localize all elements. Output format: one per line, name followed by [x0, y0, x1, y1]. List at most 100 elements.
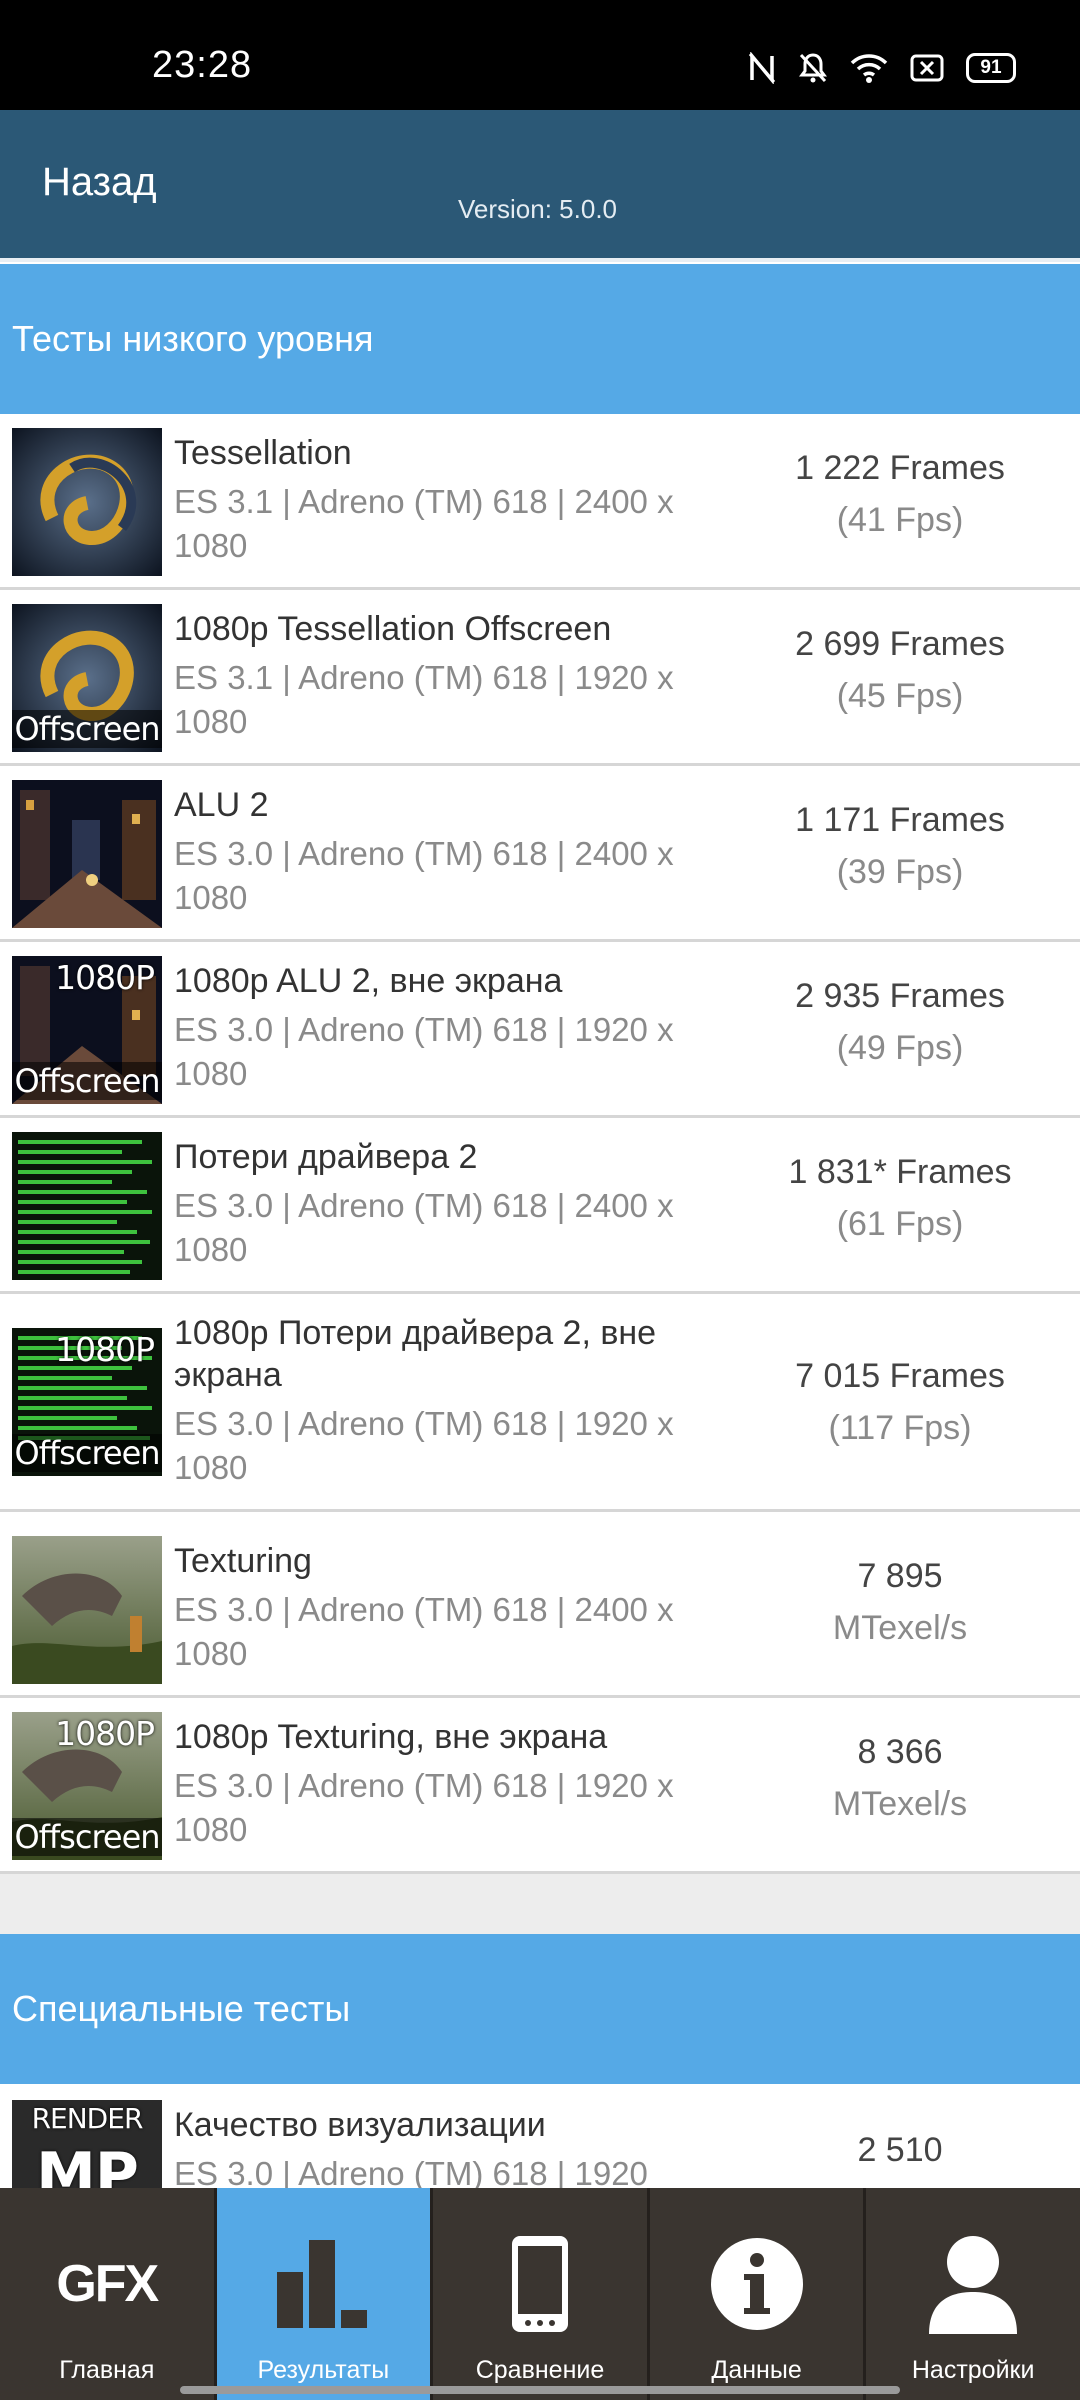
- result-unit: MTexel/s: [832, 1785, 968, 1823]
- thumb-tessellation: [12, 428, 162, 576]
- result-fps: (117 Fps): [828, 1409, 972, 1447]
- gfx-logo-icon: GFX: [56, 2232, 159, 2336]
- result-value: 7 895: [857, 1557, 943, 1595]
- info-icon: [709, 2232, 805, 2336]
- test-row-texturing-offscreen[interactable]: 1080P Offscreen 1080p Texturing, вне экр…: [0, 1698, 1080, 1874]
- nav-label-results: Результаты: [257, 2356, 390, 2384]
- phone-icon: [508, 2232, 572, 2336]
- test-result: 2 510: [740, 2124, 1060, 2176]
- test-title: 1080p ALU 2, вне экрана: [174, 962, 563, 1000]
- thumb-driver-overhead2-offscreen: 1080P Offscreen: [12, 1328, 162, 1476]
- home-indicator[interactable]: [180, 2386, 900, 2394]
- test-title: Texturing: [174, 1542, 312, 1580]
- result-fps: (49 Fps): [836, 1029, 964, 1067]
- thumb-caption-top: 1080P: [55, 958, 155, 997]
- nav-home[interactable]: GFX Главная: [0, 2188, 217, 2400]
- test-row-driver-overhead2[interactable]: Потери драйвера 2 ES 3.0 | Adreno (TM) 6…: [0, 1118, 1080, 1294]
- test-title: Tessellation: [174, 434, 352, 472]
- back-button[interactable]: Назад: [42, 160, 157, 205]
- result-fps: (45 Fps): [836, 677, 964, 715]
- result-fps: (39 Fps): [836, 853, 964, 891]
- nav-compare[interactable]: Сравнение: [433, 2188, 650, 2400]
- result-frames: 1 222 Frames: [795, 449, 1005, 487]
- thumb-caption-bottom: Offscreen: [12, 710, 162, 748]
- test-subtitle: ES 3.0 | Adreno (TM) 618 | 1920 x 1080: [174, 1011, 674, 1092]
- thumb-driver-overhead2: [12, 1132, 162, 1280]
- test-title: 1080p Потери драйвера 2, вне экрана: [174, 1314, 657, 1394]
- test-result: 2 935 Frames (49 Fps): [740, 970, 1060, 1074]
- result-frames: 2 935 Frames: [795, 977, 1005, 1015]
- nav-label-settings: Настройки: [911, 2356, 1035, 2384]
- result-unit: MTexel/s: [832, 1609, 968, 1647]
- test-title: ALU 2: [174, 786, 269, 824]
- bell-muted-icon: [799, 53, 827, 83]
- thumb-alu2: [12, 780, 162, 928]
- test-subtitle: ES 3.0 | Adreno (TM) 618 | 1920 x 1080: [174, 1767, 674, 1848]
- version-label: Version: 5.0.0: [458, 194, 617, 224]
- thumb-caption-bottom: Offscreen: [12, 1434, 162, 1472]
- nav-label-compare: Сравнение: [475, 2356, 605, 2384]
- test-result: 7 895 MTexel/s: [740, 1550, 1060, 1654]
- section-header-special: Специальные тесты: [0, 1934, 1080, 2084]
- test-subtitle: ES 3.0 | Adreno (TM) 618 | 2400 x 1080: [174, 835, 674, 916]
- test-subtitle: ES 3.1 | Adreno (TM) 618 | 2400 x 1080: [174, 483, 674, 564]
- nav-settings[interactable]: Настройки: [866, 2188, 1080, 2400]
- thumb-texturing: [12, 1536, 162, 1684]
- section-header-low-level: Тесты низкого уровня: [0, 264, 1080, 414]
- wifi-icon: [850, 54, 888, 83]
- nav-label-home: Главная: [59, 2356, 155, 2384]
- bar-chart-icon: [273, 2232, 373, 2336]
- test-row-alu2-offscreen[interactable]: 1080P Offscreen 1080p ALU 2, вне экрана …: [0, 942, 1080, 1118]
- result-frames: 2 699 Frames: [795, 625, 1005, 663]
- app-header: Назад Version: 5.0.0: [0, 110, 1080, 262]
- test-subtitle: ES 3.0 | Adreno (TM) 618 | 2400 x 1080: [174, 1187, 674, 1268]
- test-row-tessellation[interactable]: Tessellation ES 3.1 | Adreno (TM) 618 | …: [0, 414, 1080, 590]
- bottom-nav: GFX Главная Результаты Сравнение Данные …: [0, 2188, 1080, 2400]
- result-value: 8 366: [857, 1733, 943, 1771]
- status-time: 23:28: [152, 44, 253, 86]
- thumb-caption-bottom: Offscreen: [12, 1062, 162, 1100]
- test-result: 1 831* Frames (61 Fps): [740, 1146, 1060, 1250]
- person-icon: [925, 2232, 1021, 2336]
- test-subtitle: ES 3.0 | Adreno (TM) 618 | 2400 x 1080: [174, 1591, 674, 1672]
- test-row-tessellation-offscreen[interactable]: Offscreen 1080p Tessellation Offscreen E…: [0, 590, 1080, 766]
- gfx-logo-text: GFX: [56, 2255, 159, 2313]
- status-icons: 91: [748, 52, 1016, 84]
- test-title: Качество визуализации: [174, 2106, 546, 2144]
- close-box-icon: [910, 54, 944, 82]
- test-row-alu2[interactable]: ALU 2 ES 3.0 | Adreno (TM) 618 | 2400 x …: [0, 766, 1080, 942]
- test-subtitle: ES 3.0 | Adreno (TM) 618 | 1920: [174, 2155, 648, 2188]
- test-result: 2 699 Frames (45 Fps): [740, 618, 1060, 722]
- status-bar: 23:28 91: [0, 0, 1080, 110]
- thumb-caption-bottom: Offscreen: [12, 1818, 162, 1856]
- result-frames: 7 015 Frames: [795, 1357, 1005, 1395]
- test-row-texturing[interactable]: Texturing ES 3.0 | Adreno (TM) 618 | 240…: [0, 1522, 1080, 1698]
- result-value: 2 510: [857, 2131, 943, 2169]
- test-subtitle: ES 3.0 | Adreno (TM) 618 | 1920 x 1080: [174, 1405, 674, 1486]
- thumb-caption-top: 1080P: [55, 1330, 155, 1369]
- test-row-driver-overhead2-offscreen[interactable]: 1080P Offscreen 1080p Потери драйвера 2,…: [0, 1294, 1080, 1512]
- test-result: 8 366 MTexel/s: [740, 1726, 1060, 1830]
- test-title: 1080p Texturing, вне экрана: [174, 1718, 608, 1756]
- nav-data[interactable]: Данные: [650, 2188, 867, 2400]
- thumb-alu2-offscreen: 1080P Offscreen: [12, 956, 162, 1104]
- thumb-tessellation-offscreen: Offscreen: [12, 604, 162, 752]
- test-result: 1 171 Frames (39 Fps): [740, 794, 1060, 898]
- nav-results[interactable]: Результаты: [216, 2188, 434, 2400]
- test-title: 1080p Tessellation Offscreen: [174, 610, 612, 648]
- thumb-texturing-offscreen: 1080P Offscreen: [12, 1712, 162, 1860]
- result-fps: (61 Fps): [836, 1205, 964, 1243]
- result-fps: (41 Fps): [836, 501, 964, 539]
- thumb-caption-top: 1080P: [55, 1714, 155, 1753]
- thumb-caption-bottom: MP: [36, 2140, 139, 2188]
- section-gap: [0, 1874, 1080, 1934]
- test-result: 1 222 Frames (41 Fps): [740, 442, 1060, 546]
- result-frames: 1 171 Frames: [795, 801, 1005, 839]
- thumb-render-quality: RENDER MP: [12, 2100, 162, 2188]
- test-title: Потери драйвера 2: [174, 1138, 478, 1176]
- nav-label-data: Данные: [711, 2356, 802, 2384]
- test-row-render-quality[interactable]: RENDER MP Качество визуализации ES 3.0 |…: [0, 2084, 1080, 2188]
- thumb-caption-top: RENDER: [31, 2102, 144, 2135]
- test-subtitle: ES 3.1 | Adreno (TM) 618 | 1920 x 1080: [174, 659, 674, 740]
- test-result: 7 015 Frames (117 Fps): [740, 1350, 1060, 1454]
